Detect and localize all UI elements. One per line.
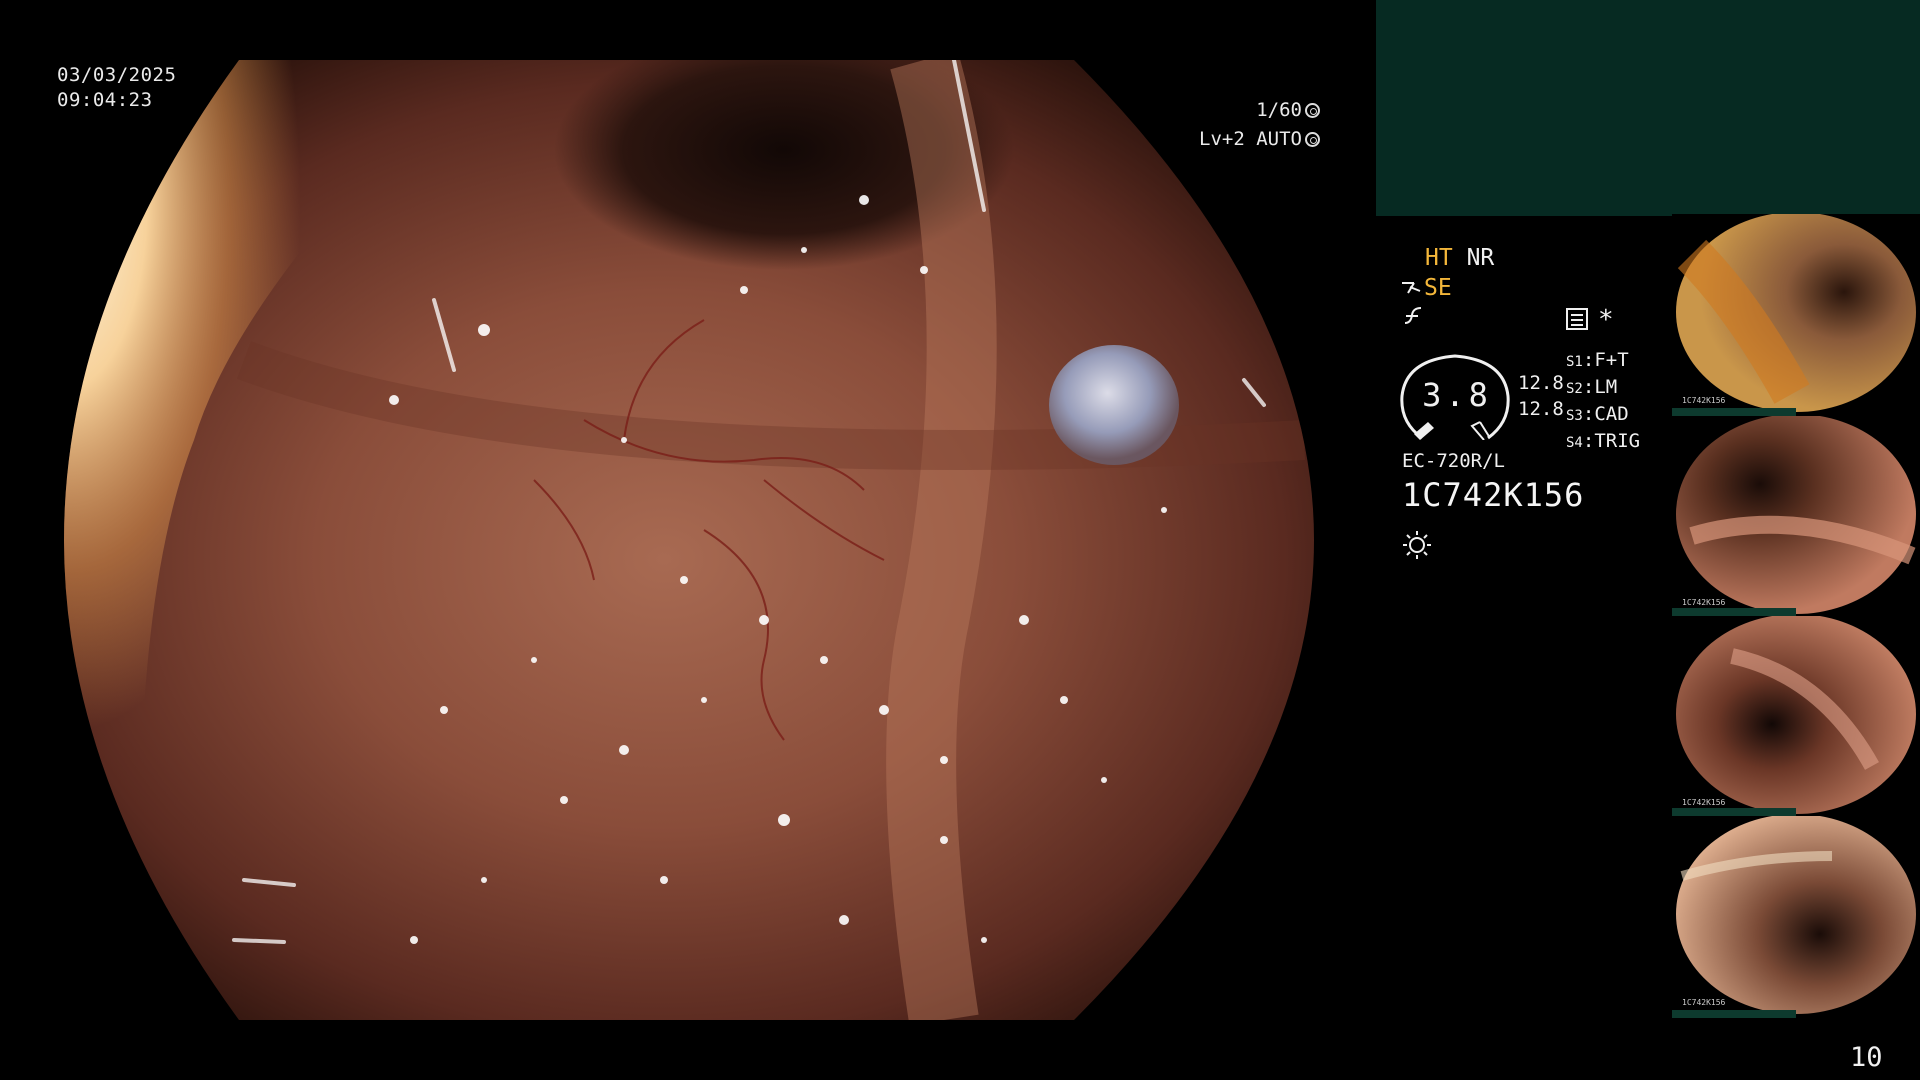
thumbnail-3-bar — [1672, 808, 1796, 816]
endoscope-view — [64, 60, 1314, 1020]
exposure-level: Lv+2 AUTO — [1199, 128, 1302, 150]
thumbnail-4[interactable]: 1C742K156 — [1672, 814, 1920, 1014]
thumbnail-3-label: 1C742K156 — [1682, 798, 1726, 807]
switch-s2: S2:LM — [1566, 376, 1618, 398]
aperture-icon — [1305, 103, 1320, 118]
shutter-readout: 1/60 — [1210, 99, 1320, 121]
side-value-1: 12.8 — [1518, 372, 1564, 394]
thumbnail-1-label: 1C742K156 — [1682, 396, 1726, 405]
thumbnail-2[interactable]: 1C742K156 — [1672, 414, 1920, 614]
scope-switch-list: S1:F+T S2:LM S3:CAD S4:TRIG — [1566, 348, 1640, 456]
thumbnail-1[interactable]: 1C742K156 — [1672, 212, 1920, 412]
mode-ht-nr: HT NR — [1425, 245, 1494, 271]
side-value-2: 12.8 — [1518, 398, 1564, 420]
record-icon — [1566, 308, 1588, 330]
thumbnail-1-bar — [1672, 408, 1796, 416]
gauge-value: 3.8 — [1422, 376, 1492, 414]
thumbnail-2-bar — [1672, 608, 1796, 616]
thumbnail-2-label: 1C742K156 — [1682, 598, 1726, 607]
color-enhance-icon — [1404, 307, 1422, 324]
level-readout: Lv+2 AUTO — [1170, 128, 1320, 150]
thumbnail-4-bar — [1672, 1010, 1796, 1018]
switch-s1: S1:F+T — [1566, 349, 1629, 371]
se-label: SE — [1424, 275, 1452, 301]
nr-label: NR — [1466, 245, 1495, 271]
light-source-icon — [1403, 531, 1431, 559]
scope-model: EC-720R/L — [1402, 450, 1505, 472]
shutter-speed: 1/60 — [1256, 99, 1302, 121]
asterisk-marker: * — [1598, 305, 1614, 335]
structure-enhance-icon — [1402, 282, 1421, 294]
video-inset-area — [1376, 0, 1920, 216]
scope-serial: 1C742K156 — [1402, 476, 1585, 514]
ht-label: HT — [1425, 245, 1453, 271]
image-counter: 10 — [1850, 1042, 1883, 1073]
thumbnail-3[interactable]: 1C742K156 — [1672, 614, 1920, 814]
mode-se: SE — [1400, 275, 1452, 301]
thumbnail-4-label: 1C742K156 — [1682, 998, 1726, 1007]
date-label: 03/03/2025 — [57, 64, 177, 86]
switch-s3: S3:CAD — [1566, 403, 1629, 425]
time-label: 09:04:23 — [57, 89, 153, 111]
auto-exposure-icon — [1305, 132, 1320, 147]
switch-s4: S4:TRIG — [1566, 430, 1641, 452]
